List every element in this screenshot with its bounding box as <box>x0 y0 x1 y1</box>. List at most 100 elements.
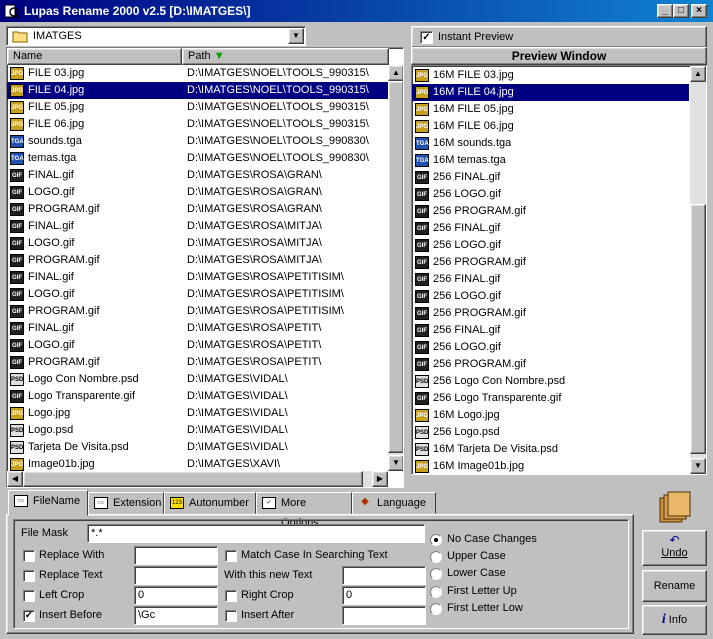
insert-before-checkbox[interactable]: ✓ <box>23 610 35 622</box>
left-crop-checkbox[interactable] <box>23 590 35 602</box>
scroll-right-icon[interactable]: ▶ <box>372 471 388 487</box>
preview-row[interactable]: GIF 256 PROGRAM.gif <box>412 203 689 220</box>
preview-row[interactable]: JPG 16M Image01b.jpg <box>412 458 689 474</box>
right-crop-checkbox[interactable] <box>225 590 237 602</box>
preview-row[interactable]: PSD 256 Logo Con Nombre.psd <box>412 373 689 390</box>
info-button[interactable]: i Info <box>642 605 707 635</box>
close-button[interactable]: × <box>691 4 707 18</box>
preview-row[interactable]: GIF 256 PROGRAM.gif <box>412 254 689 271</box>
replace-with-checkbox[interactable] <box>23 550 35 562</box>
preview-row[interactable]: TGA 16M temas.tga <box>412 152 689 169</box>
left-crop-input[interactable]: 0 <box>134 586 218 605</box>
scroll-thumb[interactable] <box>388 81 403 453</box>
table-row[interactable]: TGA temas.tga D:\IMATGES\NOEL\TOOLS_990830… <box>7 150 388 167</box>
scroll-thumb[interactable] <box>690 204 706 454</box>
right-crop-input[interactable]: 0 <box>342 586 426 605</box>
table-row[interactable]: GIF PROGRAM.gif D:\IMATGES\ROSA\GRAN\ <box>7 201 388 218</box>
preview-row[interactable]: GIF 256 Logo Transparente.gif <box>412 390 689 407</box>
radio-no-case-changes[interactable] <box>430 534 442 546</box>
table-row[interactable]: JPG FILE 05.jpg D:\IMATGES\NOEL\TOOLS_9903… <box>7 99 388 116</box>
hscroll-thumb[interactable] <box>23 471 363 487</box>
preview-row[interactable]: GIF 256 LOGO.gif <box>412 237 689 254</box>
chevron-down-icon[interactable]: ▼ <box>288 28 304 44</box>
tab-more-options[interactable]: ✓ More Options <box>256 492 352 529</box>
instant-preview-checkbox[interactable]: ✓ <box>420 31 433 44</box>
preview-row[interactable]: GIF 256 LOGO.gif <box>412 288 689 305</box>
scroll-down-icon[interactable]: ▼ <box>388 455 403 471</box>
new-text-input[interactable] <box>342 566 426 585</box>
left-vertical-scrollbar[interactable]: ▲ ▼ <box>388 65 403 471</box>
preview-row[interactable]: JPG 16M FILE 03.jpg <box>412 67 689 84</box>
title-bar[interactable]: Lupas Rename 2000 v2.5 [D:\IMATGES\] <box>0 0 713 22</box>
table-row[interactable]: GIF LOGO.gif D:\IMATGES\ROSA\MITJA\ <box>7 235 388 252</box>
preview-row[interactable]: JPG 16M FILE 04.jpg <box>412 84 689 101</box>
file-list[interactable]: Name Path ▼ JPG FILE 03.jpg D:\IMATGES\NOE… <box>6 47 404 488</box>
insert-before-input[interactable]: \Gc <box>134 606 218 625</box>
scroll-down-icon[interactable]: ▼ <box>690 458 706 474</box>
insert-after-checkbox[interactable] <box>225 610 237 622</box>
table-row[interactable]: GIF PROGRAM.gif D:\IMATGES\ROSA\MITJA\ <box>7 252 388 269</box>
table-row[interactable]: JPG FILE 03.jpg D:\IMATGES\NOEL\TOOLS_9903… <box>7 65 388 82</box>
table-row[interactable]: JPG Logo.jpg D:\IMATGES\VIDAL\ <box>7 405 388 422</box>
preview-row[interactable]: JPG 16M Logo.jpg <box>412 407 689 424</box>
psd-file-icon: PSD <box>415 443 429 456</box>
file-mask-input[interactable]: *.* <box>87 524 425 543</box>
scroll-up-icon[interactable]: ▲ <box>388 65 403 81</box>
table-row[interactable]: GIF FINAL.gif D:\IMATGES\ROSA\PETIT\ <box>7 320 388 337</box>
preview-row[interactable]: GIF 256 FINAL.gif <box>412 169 689 186</box>
insert-after-input[interactable] <box>342 606 426 625</box>
table-row[interactable]: TGA sounds.tga D:\IMATGES\NOEL\TOOLS_99083… <box>7 133 388 150</box>
table-row[interactable]: GIF PROGRAM.gif D:\IMATGES\ROSA\PETITISIM\ <box>7 303 388 320</box>
preview-row[interactable]: JPG 16M FILE 05.jpg <box>412 101 689 118</box>
table-row[interactable]: GIF FINAL.gif D:\IMATGES\ROSA\GRAN\ <box>7 167 388 184</box>
tab-language[interactable]: ◆ Language <box>352 492 436 514</box>
table-row[interactable]: JPG FILE 04.jpg D:\IMATGES\NOEL\TOOLS_9903… <box>7 82 388 99</box>
preview-row[interactable]: GIF 256 PROGRAM.gif <box>412 356 689 373</box>
scroll-left-icon[interactable]: ◀ <box>7 471 23 487</box>
preview-file-name: 16M Tarjeta De Visita.psd <box>433 443 558 455</box>
table-row[interactable]: GIF Logo Transparente.gif D:\IMATGES\VIDAL… <box>7 388 388 405</box>
radio-upper-case[interactable] <box>430 551 442 563</box>
preview-row[interactable]: GIF 256 FINAL.gif <box>412 322 689 339</box>
table-row[interactable]: PSD Logo Con Nombre.psd D:\IMATGES\VIDAL\ <box>7 371 388 388</box>
preview-row[interactable]: PSD 256 Logo.psd <box>412 424 689 441</box>
maximize-button[interactable]: □ <box>673 4 689 18</box>
tab-filename[interactable]: ▭ FileName <box>8 490 88 516</box>
table-row[interactable]: GIF FINAL.gif D:\IMATGES\ROSA\MITJA\ <box>7 218 388 235</box>
preview-list[interactable]: JPG 16M FILE 03.jpg JPG 16M FILE 04.jpg JPG 1… <box>411 65 707 475</box>
table-row[interactable]: GIF LOGO.gif D:\IMATGES\ROSA\PETITISIM\ <box>7 286 388 303</box>
left-horizontal-scrollbar[interactable]: ◀ ▶ <box>7 471 388 487</box>
radio-lower-case[interactable] <box>430 568 442 580</box>
table-row[interactable]: GIF LOGO.gif D:\IMATGES\ROSA\PETIT\ <box>7 337 388 354</box>
preview-row[interactable]: JPG 16M FILE 06.jpg <box>412 118 689 135</box>
replace-text-input[interactable] <box>134 566 218 585</box>
radio-first-letter-low[interactable] <box>430 603 442 615</box>
scroll-up-icon[interactable]: ▲ <box>690 66 706 82</box>
preview-row[interactable]: GIF 256 FINAL.gif <box>412 220 689 237</box>
tab-autonumber[interactable]: 123 Autonumber <box>164 492 256 514</box>
replace-text-checkbox[interactable] <box>23 570 35 582</box>
preview-row[interactable]: GIF 256 FINAL.gif <box>412 271 689 288</box>
preview-vertical-scrollbar[interactable]: ▲ ▼ <box>690 66 706 474</box>
replace-with-input[interactable] <box>134 546 218 565</box>
preview-row[interactable]: GIF 256 LOGO.gif <box>412 339 689 356</box>
table-row[interactable]: GIF FINAL.gif D:\IMATGES\ROSA\PETITISIM\ <box>7 269 388 286</box>
table-row[interactable]: GIF PROGRAM.gif D:\IMATGES\ROSA\PETIT\ <box>7 354 388 371</box>
preview-row[interactable]: PSD 16M Tarjeta De Visita.psd <box>412 441 689 458</box>
rename-button[interactable]: Rename <box>642 570 707 602</box>
table-row[interactable]: GIF LOGO.gif D:\IMATGES\ROSA\GRAN\ <box>7 184 388 201</box>
preview-row[interactable]: TGA 16M sounds.tga <box>412 135 689 152</box>
radio-first-letter-up[interactable] <box>430 586 442 598</box>
tab-extension[interactable]: ▭ Extension <box>88 492 164 514</box>
undo-button[interactable]: ↶ Undo <box>642 530 707 566</box>
match-case-checkbox[interactable] <box>225 550 237 562</box>
preview-row[interactable]: GIF 256 LOGO.gif <box>412 186 689 203</box>
column-header-path[interactable]: Path ▼ <box>182 48 389 65</box>
table-row[interactable]: JPG FILE 06.jpg D:\IMATGES\NOEL\TOOLS_9903… <box>7 116 388 133</box>
folder-combo[interactable]: IMATGES ▼ <box>6 26 306 46</box>
minimize-button[interactable]: _ <box>657 4 673 18</box>
table-row[interactable]: PSD Logo.psd D:\IMATGES\VIDAL\ <box>7 422 388 439</box>
preview-row[interactable]: GIF 256 PROGRAM.gif <box>412 305 689 322</box>
column-header-name[interactable]: Name <box>7 48 182 65</box>
table-row[interactable]: PSD Tarjeta De Visita.psd D:\IMATGES\VIDAL… <box>7 439 388 456</box>
